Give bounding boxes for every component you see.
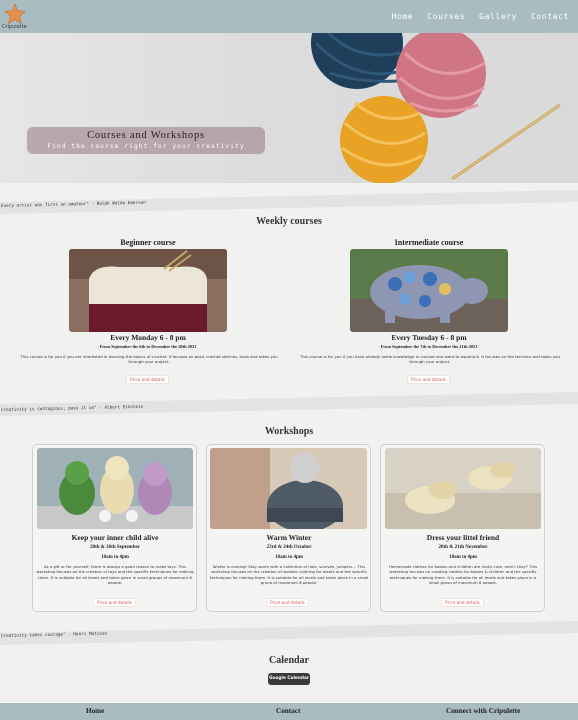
intermediate-course-schedule: Every Tuesday 6 - 8 pm [391,333,467,342]
beginner-course-image [69,249,227,332]
workshop-toys-image [37,448,193,529]
intermediate-course-dates: From September the 7th to December the 2… [380,344,478,349]
main-nav: Home Courses Gallery Contact [392,12,569,21]
nav-courses[interactable]: Courses [427,12,465,21]
workshop-baby-dates: 20th & 21th November [438,545,488,550]
weekly-courses-title: Weekly courses [256,216,322,227]
hero-subtitle: Find the course right for your creativit… [47,143,245,150]
footer-contact-heading: Contact [276,707,301,715]
hero-title: Courses and Workshops [87,130,205,141]
quote-band [0,391,578,417]
workshop-winter-title: Warm Winter [266,533,312,542]
nav-contact[interactable]: Contact [531,12,569,21]
beginner-price-button[interactable]: Price and details [126,375,169,384]
workshop-winter-image [210,448,367,529]
workshop-baby-time: 10am to 4pm [449,555,477,560]
intermediate-price-button[interactable]: Price and details [407,375,450,384]
logo-text: Cripulette [2,24,27,30]
workshops-title: Workshops [264,426,314,437]
footer-home-link[interactable]: Home [86,707,104,715]
footer-connect-heading: Connect with Cripulette [446,707,521,715]
intermediate-course-image [350,249,508,332]
site-footer: Home Contact Connect with Cripulette [0,703,578,720]
star-logo-icon[interactable] [4,3,26,25]
beginner-course-title: Beginner course [120,238,176,247]
nav-home[interactable]: Home [392,12,414,21]
beginner-course-schedule: Every Monday 6 - 8 pm [110,333,186,342]
workshop-winter-price-button[interactable]: Price and details [266,598,309,607]
yarn-balls-image [311,33,561,183]
workshop-baby-price-button[interactable]: Price and details [441,598,484,607]
workshop-toys-description: As a gift or for yourself, there is alwa… [36,564,194,586]
hero-section: Courses and Workshops Find the course ri… [0,33,578,183]
site-header: Cripulette Home Courses Gallery Contact [0,0,578,33]
beginner-course-dates: From September the 6th to December the 2… [99,344,197,349]
workshop-winter-description: Winter is coming! Stay warm with a colle… [209,564,369,586]
intermediate-course-title: Intermediate course [394,238,464,247]
hero-banner: Courses and Workshops Find the course ri… [27,127,265,154]
workshop-baby-description: Homemade clothes for babies and children… [388,564,538,586]
workshop-winter-dates: 23rd & 24th October [266,545,312,550]
workshop-toys-time: 10am to 4pm [101,555,129,560]
beginner-course-description: This course is for you if you are intere… [20,354,278,365]
workshop-baby-image [385,448,541,529]
calendar-title: Calendar [269,655,309,666]
workshop-toys-dates: 20th & 26th September [90,545,140,550]
nav-gallery[interactable]: Gallery [479,12,517,21]
workshop-baby-title: Dress your littel friend [426,533,500,542]
workshop-winter-time: 10am to 4pm [275,555,303,560]
google-calendar-button[interactable]: Google Calendar [268,673,310,685]
workshop-toys-price-button[interactable]: Price and details [93,598,136,607]
intermediate-course-description: This course is for you if you have alrea… [300,354,560,365]
workshop-toys-title: Keep your inner child alive [71,533,159,542]
